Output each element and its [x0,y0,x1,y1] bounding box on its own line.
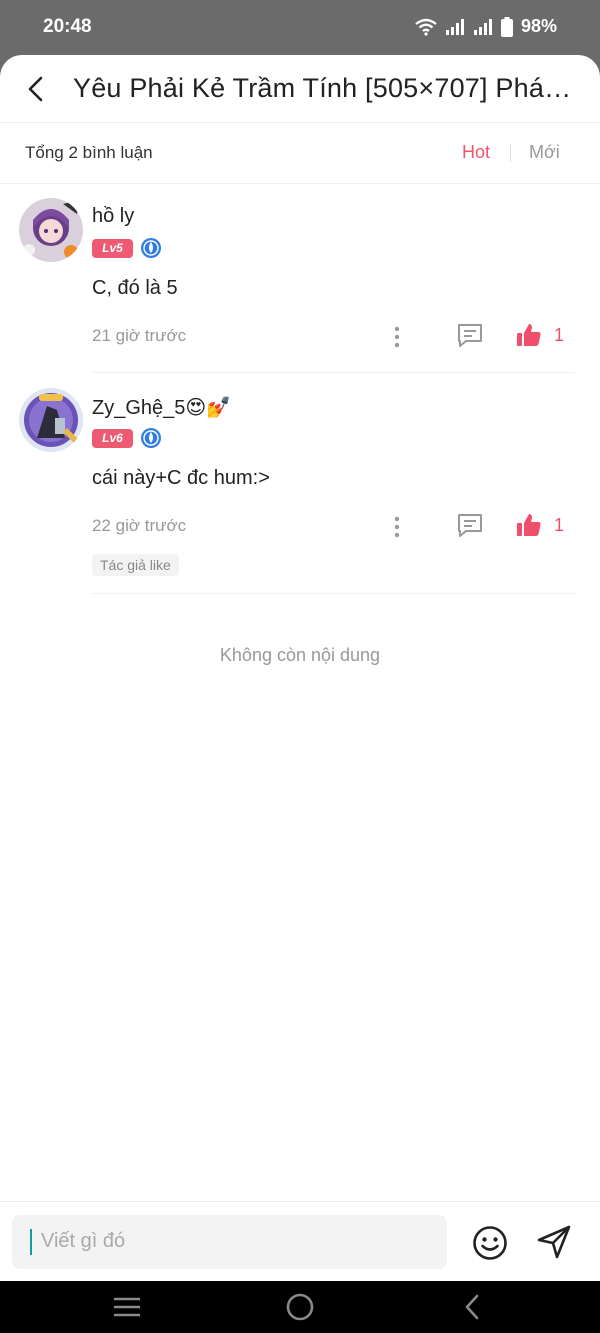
comment-input[interactable]: Viết gì đó [12,1215,447,1269]
back-button[interactable] [18,71,54,107]
comments-summary: Tổng 2 bình luận Hot Mới [0,123,600,184]
more-vertical-icon [394,516,400,538]
more-vertical-icon [394,326,400,348]
signal-icon-2 [473,18,492,35]
thumbs-up-icon [517,514,541,536]
comment-divider [92,593,575,594]
comment-count: Tổng 2 bình luận [25,143,153,162]
signal-icon [445,18,464,35]
level-badge: Lv5 [92,239,133,258]
reply-icon[interactable] [456,322,484,348]
battery-icon [500,16,513,37]
username[interactable]: Zy_Ghệ_5😍💅 [92,395,231,420]
like-count: 1 [554,514,565,535]
system-nav-bar [0,1281,600,1333]
rank-icon [141,238,161,258]
battery-level: 98% [520,16,557,36]
sort-divider [510,144,511,162]
comment-text: cái này+C đc hum:> [92,467,270,489]
avatar[interactable] [19,198,83,262]
author-liked-tag: Tác giả like [92,554,179,576]
comment-item: Zy_Ghệ_5😍💅 Lv6 cái này+C đc hum:> 22 giờ… [0,374,600,595]
chevron-left-icon [28,76,43,102]
reply-icon[interactable] [456,512,484,538]
page-title: Yêu Phải Kẻ Trầm Tính [505×707] Pháp Sư … [73,73,583,103]
thumbs-up-icon [517,324,541,346]
recent-apps-button[interactable] [111,1291,143,1323]
rank-icon [141,428,161,448]
like-button[interactable]: 1 [516,321,572,349]
home-circle-icon [286,1293,314,1321]
emoji-icon[interactable] [472,1225,508,1261]
more-options-button[interactable] [387,324,407,350]
comment-input-bar: Viết gì đó [0,1201,600,1281]
comments-sheet: Yêu Phải Kẻ Trầm Tính [505×707] Pháp Sư … [0,55,600,1281]
send-icon[interactable] [536,1224,572,1260]
like-count: 1 [554,324,565,345]
text-cursor [30,1229,32,1255]
status-icons: 98% [415,16,557,37]
end-of-list-text: Không còn nội dung [219,645,381,665]
avatar-image [19,388,83,452]
more-options-button[interactable] [387,514,407,540]
wifi-icon [415,18,437,36]
comment-item: hồ ly Lv5 C, đó là 5 21 giờ trước 1 [0,184,600,374]
username[interactable]: hồ ly [92,205,134,228]
header: Yêu Phải Kẻ Trầm Tính [505×707] Pháp Sư … [0,55,600,123]
sort-new-tab[interactable]: Mới [529,142,560,163]
chevron-left-icon [465,1294,479,1320]
status-bar: 20:48 98% [0,0,600,56]
comment-time: 21 giờ trước [92,326,187,345]
home-button[interactable] [284,1291,316,1323]
status-time: 20:48 [43,16,92,37]
menu-icon [114,1297,140,1317]
input-placeholder: Viết gì đó [41,1230,126,1252]
comment-text: C, đó là 5 [92,277,178,299]
nav-back-button[interactable] [456,1291,488,1323]
comment-time: 22 giờ trước [92,516,187,535]
like-button[interactable]: 1 [516,511,572,539]
comment-divider [92,372,575,373]
sort-hot-tab[interactable]: Hot [462,142,490,163]
level-badge: Lv6 [92,429,133,448]
avatar-image [19,198,83,262]
avatar[interactable] [19,388,83,452]
